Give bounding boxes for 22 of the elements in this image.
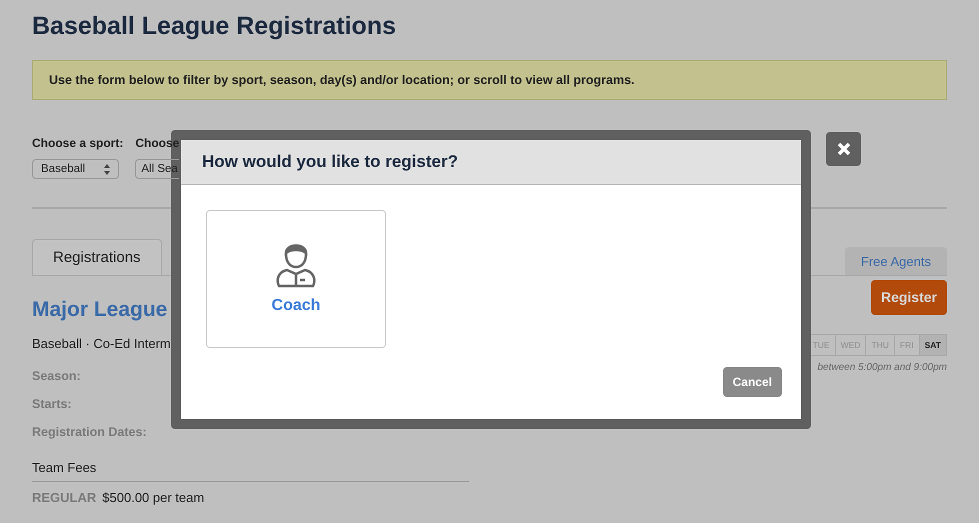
program-subtitle: Baseball · Co-Ed Interm bbox=[32, 334, 172, 353]
stepper-icon bbox=[104, 164, 110, 175]
tab[interactable]: Free Agents bbox=[844, 247, 947, 276]
day-toggle[interactable]: SAT bbox=[918, 335, 946, 356]
select-field[interactable]: Baseball bbox=[32, 159, 119, 180]
page-title: Baseball League Registrations bbox=[32, 11, 398, 42]
time-range: between 5:00pm and 9:00pm bbox=[817, 361, 947, 376]
notice-banner: Use the form below to filter by sport, season, day(s) and/or location; or scroll to view all programs. bbox=[32, 60, 947, 100]
detail-label: Registration Dates: bbox=[32, 424, 148, 441]
filter-label: Choose a sport: bbox=[32, 135, 124, 152]
tab[interactable]: Registrations bbox=[32, 239, 162, 276]
role-option[interactable]: Coach bbox=[206, 210, 386, 348]
register-button[interactable]: Register bbox=[870, 280, 947, 316]
fee-amount: $500.00 per team bbox=[102, 489, 204, 507]
close-icon bbox=[836, 142, 850, 156]
fees-heading: Team Fees bbox=[32, 458, 469, 482]
cancel-button[interactable]: Cancel bbox=[722, 367, 782, 397]
detail-label: Starts: bbox=[32, 396, 73, 413]
detail-label: Season: bbox=[32, 368, 82, 386]
fee-type: REGULAR bbox=[32, 489, 96, 507]
close-button[interactable] bbox=[826, 132, 861, 166]
dialog-title: How would you like to register? bbox=[202, 151, 458, 174]
